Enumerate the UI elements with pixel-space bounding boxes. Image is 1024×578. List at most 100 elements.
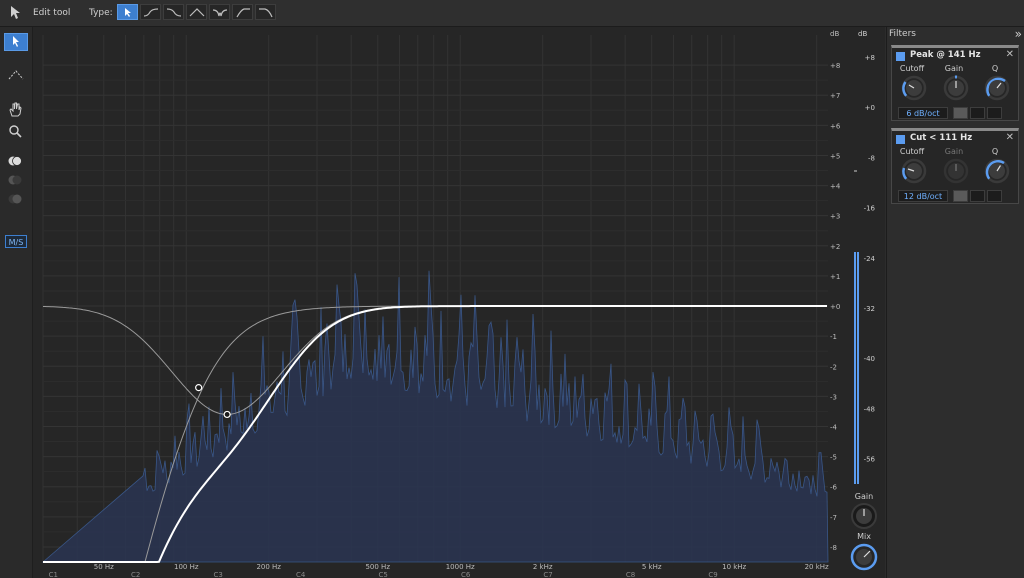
filters-panel: Filters » Peak @ 141 Hz ✕ Cutoff Gain Q … — [886, 27, 1024, 578]
eq-graph-canvas[interactable]: +8 +7 +6 +5 +4 +3 +2 +1 +0 -1 -2 -3 -4 -5 -6 -7 -8 dB dB +8… — [33, 27, 885, 578]
frequency-label: 5 kHz — [642, 563, 662, 571]
level-meter-right — [857, 252, 859, 484]
db-tick-label: +6 — [830, 122, 841, 130]
db-tick-label: -3 — [830, 393, 837, 401]
db-tick-label: +8 — [830, 62, 840, 70]
db-tick-label: +5 — [830, 152, 840, 160]
type-notch-button[interactable] — [209, 4, 230, 20]
type-high-cut-button[interactable] — [255, 4, 276, 20]
q-knob[interactable] — [984, 158, 1010, 184]
meter-tick-label: -8 — [868, 154, 875, 162]
collapse-panel-icon[interactable]: » — [1015, 27, 1022, 41]
type-high-shelf-button[interactable] — [163, 4, 184, 20]
stereo-channel-icon[interactable] — [953, 107, 968, 119]
pointer-tool-button[interactable] — [4, 33, 28, 51]
type-edit-button[interactable] — [117, 4, 138, 20]
db-tick-label: -6 — [830, 484, 838, 492]
db-tick-label: +7 — [830, 92, 840, 100]
db-tick-label: -1 — [830, 333, 837, 341]
db-tick-label: +4 — [830, 183, 841, 191]
meter-tick-label: -16 — [864, 205, 876, 213]
note-label: C4 — [296, 571, 306, 578]
gain-knob[interactable] — [943, 75, 969, 101]
mix-label: Mix — [857, 532, 871, 541]
cut-filter-handle — [195, 384, 203, 392]
type-label: Type: — [89, 8, 113, 18]
q-label: Q — [991, 64, 999, 73]
type-low-shelf-button[interactable] — [140, 4, 161, 20]
note-label: C8 — [626, 571, 635, 578]
right-channel-icon[interactable] — [987, 107, 1002, 119]
gain-label: Gain — [855, 492, 873, 501]
hand-tool-button[interactable] — [4, 101, 28, 119]
close-icon[interactable]: ✕ — [1006, 132, 1014, 143]
db-unit-label: dB — [830, 30, 839, 38]
eq-graph[interactable]: +8 +7 +6 +5 +4 +3 +2 +1 +0 -1 -2 -3 -4 -5 -6 -7 -8 dB dB +8… — [33, 27, 885, 578]
cutoff-label: Cutoff — [899, 147, 925, 156]
frequency-label: 2 kHz — [533, 563, 553, 571]
edit-tool-icon[interactable] — [8, 5, 22, 24]
filter-name: Peak @ 141 Hz — [910, 50, 981, 60]
filters-title: Filters — [889, 29, 916, 39]
right-channel-icon[interactable] — [987, 190, 1002, 202]
filter-enable-checkbox[interactable] — [896, 135, 905, 144]
frequency-label: 50 Hz — [94, 563, 114, 571]
left-channel-icon[interactable] — [970, 107, 985, 119]
note-label: C2 — [131, 571, 140, 578]
left-toolbar: M/S — [0, 27, 33, 578]
frequency-label: 10 kHz — [722, 563, 746, 571]
cutoff-label: Cutoff — [899, 64, 925, 73]
zoom-tool-button[interactable] — [4, 123, 28, 141]
left-channel-button[interactable] — [4, 172, 28, 190]
slope-selector[interactable]: 12 dB/oct — [898, 190, 948, 202]
gain-knob — [943, 158, 969, 184]
db-tick-label: -5 — [830, 454, 837, 462]
note-label: C1 — [49, 571, 58, 578]
meter-tick-label: +8 — [865, 54, 875, 62]
cutoff-knob[interactable] — [901, 158, 927, 184]
type-low-cut-button[interactable] — [232, 4, 253, 20]
meter-tick-label: -48 — [864, 405, 875, 413]
left-channel-icon[interactable] — [970, 190, 985, 202]
frequency-label: 20 kHz — [805, 563, 829, 571]
note-label: C5 — [378, 571, 387, 578]
note-label: C6 — [461, 571, 471, 578]
note-label: C9 — [708, 571, 717, 578]
slope-selector[interactable]: 6 dB/oct — [898, 107, 948, 119]
meter-unit-label: dB — [858, 30, 867, 38]
frequency-label: 1000 Hz — [446, 563, 475, 571]
filter-card-peak[interactable]: Peak @ 141 Hz ✕ Cutoff Gain Q 6 dB/oct — [891, 45, 1019, 121]
edit-tool-label: Edit tool — [33, 8, 71, 18]
mid-side-button[interactable]: M/S — [5, 235, 27, 248]
right-channel-button[interactable] — [4, 191, 28, 209]
note-label: C7 — [543, 571, 552, 578]
type-peak-button[interactable] — [186, 4, 207, 20]
filter-enable-checkbox[interactable] — [896, 52, 905, 61]
frequency-label: 500 Hz — [365, 563, 390, 571]
draw-tool-button[interactable] — [4, 67, 28, 85]
stereo-mode-button[interactable] — [4, 153, 28, 171]
meter-tick-label: -40 — [864, 355, 875, 363]
db-tick-label: -2 — [830, 363, 837, 371]
db-tick-label: -7 — [830, 514, 837, 522]
frequency-label: 200 Hz — [256, 563, 281, 571]
filter-card-cut[interactable]: Cut < 111 Hz ✕ Cutoff Gain Q 12 dB/oct — [891, 128, 1019, 204]
close-icon[interactable]: ✕ — [1006, 49, 1014, 60]
cutoff-knob[interactable] — [901, 75, 927, 101]
gain-label: Gain — [944, 64, 964, 73]
meter-tick-label: -56 — [864, 456, 876, 464]
db-tick-label: +3 — [830, 213, 840, 221]
db-tick-label: +2 — [830, 243, 840, 251]
top-toolbar: Edit tool Type: — [0, 0, 1024, 27]
db-tick-label: +0 — [830, 303, 840, 311]
meter-tick-label: +0 — [865, 104, 875, 112]
gain-label: Gain — [944, 147, 964, 156]
level-meter-left — [854, 252, 856, 484]
note-label: C3 — [214, 571, 223, 578]
db-tick-label: -8 — [830, 544, 837, 552]
meter-tick-label: -24 — [864, 255, 876, 263]
db-tick-label: -4 — [830, 423, 838, 431]
db-tick-label: +1 — [830, 273, 840, 281]
q-knob[interactable] — [984, 75, 1010, 101]
stereo-channel-icon[interactable] — [953, 190, 968, 202]
